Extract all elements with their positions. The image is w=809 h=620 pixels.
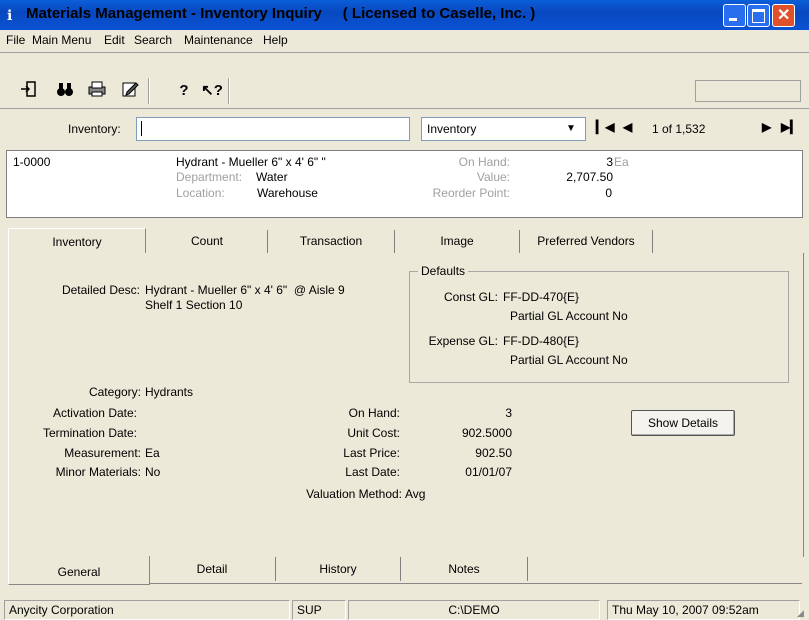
previous-record-icon[interactable]: ◀ [623, 120, 632, 134]
next-record-icon[interactable]: ▶ [762, 120, 771, 134]
department-value: Water [256, 170, 288, 184]
toolbar-divider [0, 108, 809, 109]
printer-icon[interactable] [84, 80, 110, 102]
item-summary-panel [6, 150, 803, 218]
inventory-type-value: Inventory [427, 122, 477, 136]
close-button[interactable]: ✕ [772, 4, 795, 27]
general-on-hand-label: On Hand: [348, 406, 400, 420]
on-hand-value: 3 [606, 155, 613, 169]
last-date-label: Last Date: [345, 465, 400, 479]
reorder-label: Reorder Point: [432, 186, 510, 200]
last-record-icon[interactable]: ▶▎ [781, 120, 799, 134]
valuation-method-value: Avg [405, 487, 426, 501]
last-price-value: 902.50 [475, 446, 512, 460]
toolbar-separator [228, 78, 230, 104]
chevron-down-icon[interactable]: ▼ [566, 123, 576, 134]
termination-date-label: Termination Date: [42, 426, 137, 440]
unit-cost-label: Unit Cost: [347, 426, 400, 440]
minor-materials-value: No [145, 465, 161, 479]
last-price-label: Last Price: [343, 446, 400, 460]
toolbar-separator [148, 78, 150, 104]
tab-notes[interactable]: Notes [401, 557, 527, 583]
record-position: 1 of 1,532 [652, 122, 706, 136]
status-datetime: Thu May 10, 2007 09:52am [607, 600, 800, 620]
tab-transaction[interactable]: Transaction [268, 228, 394, 254]
minimize-button[interactable] [723, 4, 746, 27]
const-gl-value: FF-DD-470{E} [503, 290, 580, 304]
window-title: Materials Management - Inventory Inquiry… [26, 5, 536, 22]
item-number: 1-0000 [13, 155, 51, 169]
category-label: Category: [88, 385, 141, 399]
on-hand-unit: Ea [614, 155, 629, 169]
toolbar-status-box [695, 80, 801, 102]
tab-count[interactable]: Count [148, 228, 266, 254]
menu-help[interactable]: Help [263, 33, 288, 47]
detailed-desc-line2: Shelf 1 Section 10 [145, 298, 243, 312]
show-details-button[interactable]: Show Details [631, 410, 735, 436]
help-icon[interactable]: ? [171, 80, 197, 102]
valuation-method-label: Valuation Method: [306, 487, 402, 501]
item-description: Hydrant - Mueller 6" x 4' 6" " [176, 155, 326, 169]
status-company: Anycity Corporation [4, 600, 290, 620]
inventory-search-input[interactable] [136, 117, 410, 141]
measurement-value: Ea [145, 446, 160, 460]
tab-inventory[interactable]: Inventory [8, 228, 146, 255]
expense-gl-label: Expense GL: [428, 334, 498, 348]
menu-file[interactable]: File [6, 33, 25, 47]
status-user: SUP [292, 600, 346, 620]
toolbar-divider [0, 52, 809, 53]
const-gl-note: Partial GL Account No [510, 309, 628, 323]
status-path: C:\DEMO [348, 600, 600, 620]
unit-cost-value: 902.5000 [461, 426, 512, 440]
tab-preferred-vendors[interactable]: Preferred Vendors [520, 228, 652, 254]
const-gl-label: Const GL: [443, 290, 498, 304]
exit-icon[interactable] [16, 80, 42, 102]
detailed-desc-label: Detailed Desc: [61, 283, 140, 297]
edit-note-icon[interactable] [117, 80, 143, 102]
menu-maintenance[interactable]: Maintenance [184, 33, 253, 47]
menu-search[interactable]: Search [134, 33, 172, 47]
inventory-label: Inventory: [68, 122, 121, 136]
binoculars-icon[interactable] [52, 80, 78, 102]
tab-general[interactable]: General [8, 556, 150, 585]
measurement-label: Measurement: [64, 446, 141, 460]
category-value: Hydrants [145, 385, 194, 399]
maximize-button[interactable] [747, 4, 770, 27]
value-amount: 2,707.50 [566, 170, 613, 184]
detailed-desc-line1: Hydrant - Mueller 6" x 4' 6" @ Aisle 9 [145, 283, 345, 297]
activation-date-label: Activation Date: [52, 406, 137, 420]
expense-gl-value: FF-DD-480{E} [503, 334, 580, 348]
tab-history[interactable]: History [276, 557, 400, 583]
defaults-title: Defaults [418, 264, 469, 278]
app-icon: ℹ [7, 7, 13, 23]
location-label: Location: [176, 186, 225, 200]
location-value: Warehouse [257, 186, 318, 200]
tab-divider [527, 557, 528, 581]
tab-detail[interactable]: Detail [149, 557, 275, 583]
first-record-icon[interactable]: ▎◀ [596, 120, 614, 134]
context-help-icon[interactable]: ↖? [199, 80, 225, 102]
menu-main-menu[interactable]: Main Menu [32, 33, 91, 47]
tab-divider [652, 230, 653, 254]
minor-materials-label: Minor Materials: [55, 465, 141, 479]
tab-image[interactable]: Image [395, 228, 519, 254]
department-label: Department: [176, 170, 243, 184]
on-hand-label: On Hand: [458, 155, 510, 169]
last-date-value: 01/01/07 [465, 465, 512, 479]
expense-gl-note: Partial GL Account No [510, 353, 628, 367]
reorder-value: 0 [605, 186, 612, 200]
general-on-hand-value: 3 [505, 406, 512, 420]
menu-edit[interactable]: Edit [104, 33, 125, 47]
value-label: Value: [476, 170, 510, 184]
resize-grip-icon[interactable]: ◢ [797, 608, 804, 619]
